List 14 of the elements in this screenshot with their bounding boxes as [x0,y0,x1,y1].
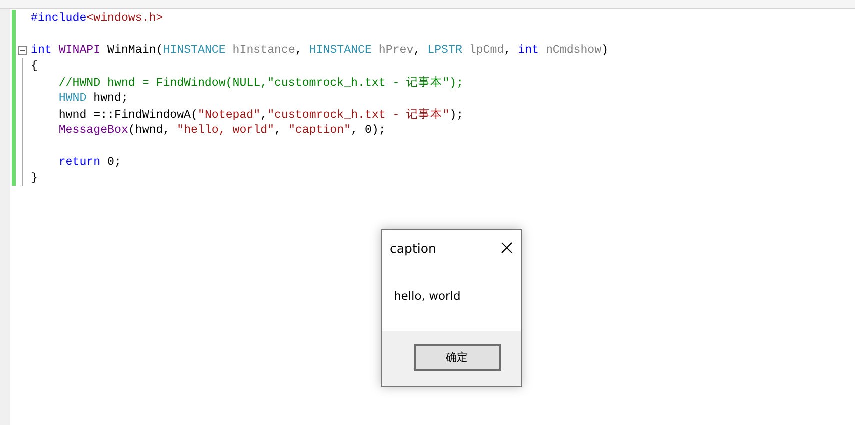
code-line: int WINAPI WinMain(HINSTANCE hInstance, HINSTANCE hPrev, LPSTR lpCmd, int nCmdshow) [31,44,609,56]
code-line: } [31,172,38,184]
close-icon[interactable] [501,242,513,254]
code-line: #include<windows.h> [31,12,164,24]
dialog-message: hello, world [394,289,462,303]
dialog-title: caption [390,240,436,256]
code-line: { [31,60,38,72]
collapse-icon[interactable] [18,46,27,54]
code-line: MessageBox(hwnd, "hello, world", "caption", 0); [58,124,386,136]
code-line: //HWND hwnd = FindWindow(NULL,"customrock_h.txt - 记事本"); [58,76,464,90]
ok-button[interactable]: 确定 [414,344,500,371]
code-line: HWND hwnd; [58,92,128,104]
code-line: return 0; [58,156,122,168]
code-line: hwnd =::FindWindowA("Notepad","customrock_h.txt - 记事本"); [58,108,464,122]
